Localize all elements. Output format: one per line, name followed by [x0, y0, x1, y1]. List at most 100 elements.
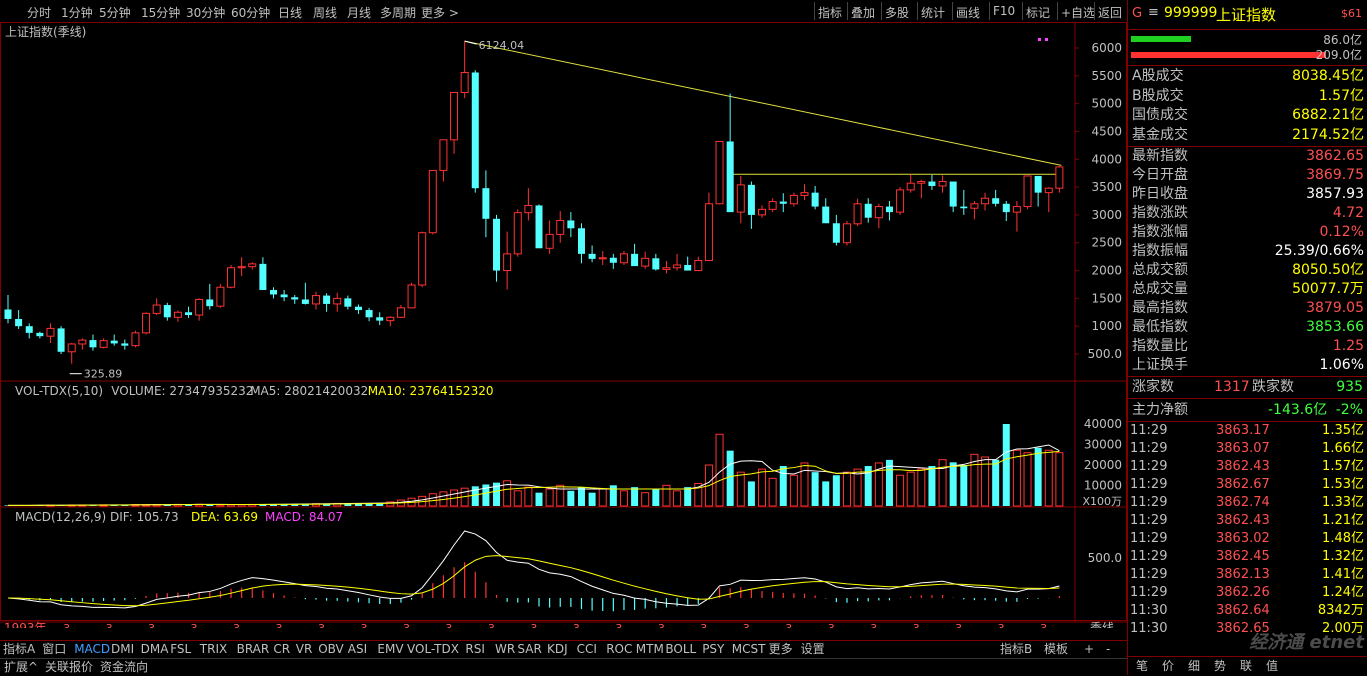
- stat-value: 25.39/0.66%: [1274, 243, 1364, 259]
- indicator-tab-3[interactable]: DMI: [111, 642, 134, 657]
- tool-button-7[interactable]: +自选: [1061, 4, 1095, 21]
- indicator-tab-13[interactable]: VOL-TDX: [407, 642, 459, 657]
- tick-time: 11:29: [1130, 513, 1168, 528]
- tick-price: 3862.26: [1216, 585, 1270, 600]
- tool-button-6[interactable]: 标记: [1026, 4, 1050, 21]
- extension-tabs: 扩展^ 关联报价 资金流向: [0, 658, 1127, 676]
- candle-body: [938, 181, 947, 187]
- panel-tab-2[interactable]: 细: [1188, 659, 1200, 674]
- indicator-tab-12[interactable]: EMV: [377, 642, 403, 657]
- mainforce-value: -143.6亿: [1268, 402, 1328, 418]
- period-tab-9[interactable]: 多周期: [380, 4, 416, 21]
- period-tab-5[interactable]: 60分钟: [231, 4, 270, 21]
- indicator-tab-10[interactable]: OBV: [318, 642, 344, 657]
- extension-tab-1[interactable]: 关联报价: [45, 660, 93, 675]
- volume-bar: [641, 492, 650, 507]
- indicator-tab-5[interactable]: FSL: [170, 642, 191, 657]
- period-tab-4[interactable]: 30分钟: [186, 4, 225, 21]
- volume-bar: [598, 488, 607, 507]
- template-tab-0[interactable]: 指标B: [1000, 642, 1032, 657]
- kline-chart-area[interactable]: 6000 5500 5000 4500 4000 3500 3000 2500 2000 1500…: [0, 22, 1127, 635]
- indicator-tab-14[interactable]: RSI: [465, 642, 485, 657]
- indicator-tab-18[interactable]: CCI: [577, 642, 597, 657]
- indicator-tab-11[interactable]: ASI: [348, 642, 367, 657]
- kline-chart[interactable]: 6000 5500 5000 4500 4000 3500 3000 2500 2000 1500…: [0, 22, 1127, 635]
- indicator-tab-4[interactable]: DMA: [141, 642, 169, 657]
- indicator-tab-17[interactable]: KDJ: [547, 642, 568, 657]
- macd-axis-label: 500.0: [1088, 551, 1122, 565]
- candle-body: [280, 294, 288, 298]
- panel-tab-1[interactable]: 价: [1162, 659, 1174, 674]
- period-tab-7[interactable]: 周线: [313, 4, 337, 21]
- indicator-tab-19[interactable]: ROC: [606, 642, 632, 657]
- indicator-tab-15[interactable]: WR: [495, 642, 515, 657]
- menu-icon[interactable]: ≡: [1148, 5, 1159, 20]
- extension-tab-2[interactable]: 资金流向: [100, 660, 148, 675]
- tick-time: 11:29: [1130, 567, 1168, 582]
- indicator-tab-7[interactable]: BRAR: [237, 642, 270, 657]
- period-tab-2[interactable]: 5分钟: [99, 4, 131, 21]
- indicator-tab-1[interactable]: 窗口: [42, 642, 66, 657]
- tick-volume: 1.41亿: [1322, 567, 1364, 582]
- indicator-tab-2[interactable]: MACD: [74, 642, 110, 657]
- tick-volume: 1.35亿: [1322, 423, 1364, 438]
- sell-bar: [1131, 52, 1326, 58]
- panel-tab-3[interactable]: 势: [1214, 659, 1226, 674]
- extension-tab-0[interactable]: 扩展^: [4, 660, 38, 675]
- template-tab-1[interactable]: 模板: [1044, 642, 1068, 657]
- x-axis-tick: 3: [403, 622, 410, 628]
- period-tab-3[interactable]: 15分钟: [141, 4, 180, 21]
- period-tab-8[interactable]: 月线: [347, 4, 371, 21]
- indicator-tab-9[interactable]: VR: [296, 642, 313, 657]
- candle-body: [110, 340, 118, 344]
- period-tab-6[interactable]: 日线: [278, 4, 302, 21]
- indicator-tab-21[interactable]: BOLL: [665, 642, 696, 657]
- summary-label: A股成交: [1132, 68, 1184, 84]
- indicator-tab-6[interactable]: TRIX: [200, 642, 227, 657]
- x-axis-tick: 3: [318, 622, 325, 628]
- high-label: 6124.04: [479, 39, 525, 52]
- panel-tab-0[interactable]: 笔: [1136, 659, 1148, 674]
- indicator-tab-8[interactable]: CR: [273, 642, 290, 657]
- volume-header-3: MA10: 23764152320: [368, 384, 494, 398]
- tool-button-3[interactable]: 统计: [921, 4, 945, 21]
- candle-body: [152, 304, 161, 314]
- tool-button-8[interactable]: 返回: [1098, 4, 1122, 21]
- volume-bar: [906, 471, 915, 507]
- indicator-tab-24[interactable]: 更多: [769, 642, 793, 657]
- candle-body: [396, 307, 405, 318]
- x-axis-tick: 3: [658, 622, 665, 628]
- template-tab-2[interactable]: +: [1084, 642, 1094, 657]
- indicator-tab-16[interactable]: SAR: [517, 642, 541, 657]
- indicator-tab-23[interactable]: MCST: [732, 642, 766, 657]
- stat-row: 上证换手 1.06%: [1131, 356, 1364, 375]
- tool-button-2[interactable]: 多股: [885, 4, 909, 21]
- indicator-tab-0[interactable]: 指标A: [3, 642, 35, 657]
- indicator-tab-22[interactable]: PSY: [702, 642, 724, 657]
- stat-label: 今日开盘: [1132, 167, 1188, 183]
- tool-button-1[interactable]: 叠加: [851, 4, 875, 21]
- period-toolbar: 分时 1分钟 5分钟 15分钟 30分钟 60分钟 日线 周线 月线 多周期 更多 > 指标 叠加 多股统…: [0, 0, 1127, 23]
- panel-tab-5[interactable]: 值: [1266, 659, 1278, 674]
- stat-row: 指数振幅 25.39/0.66%: [1131, 242, 1364, 261]
- tool-button-4[interactable]: 画线: [956, 4, 980, 21]
- tick-list[interactable]: 11:29 3863.17 1.35亿 11:29 3863.07 1.66亿 11:29 3…: [1128, 422, 1367, 656]
- period-tab-0[interactable]: 分时: [27, 4, 51, 21]
- tick-volume: 1.53亿: [1322, 477, 1364, 492]
- indicator-tab-20[interactable]: MTM: [636, 642, 664, 657]
- period-tab-10[interactable]: 更多 >: [421, 4, 459, 21]
- candle-body: [301, 299, 309, 304]
- candle-body: [588, 253, 596, 259]
- tool-button-0[interactable]: 指标: [818, 4, 842, 21]
- candle-body: [822, 206, 830, 224]
- summary-value: 1.57亿: [1318, 87, 1364, 104]
- stat-row: 总成交额 8050.50亿: [1131, 261, 1364, 280]
- template-tab-3[interactable]: -: [1106, 642, 1110, 657]
- candle-body: [163, 305, 171, 318]
- indicator-tab-25[interactable]: 设置: [801, 642, 825, 657]
- tool-button-5[interactable]: F10: [993, 4, 1015, 18]
- period-tab-1[interactable]: 1分钟: [61, 4, 93, 21]
- stat-value: 50077.7万: [1292, 281, 1364, 297]
- candle-body: [46, 327, 55, 337]
- panel-tab-4[interactable]: 联: [1240, 659, 1252, 674]
